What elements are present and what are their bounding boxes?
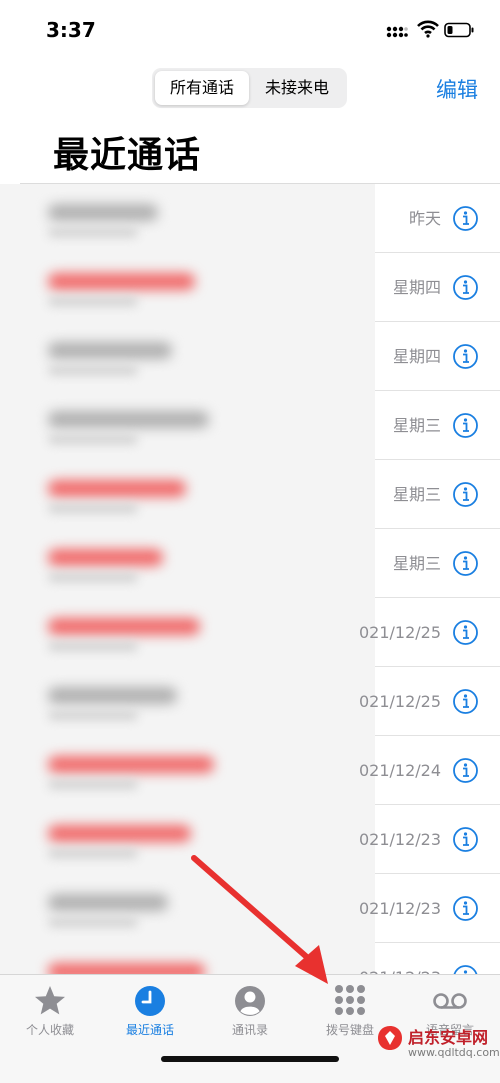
home-indicator bbox=[161, 1056, 339, 1062]
info-icon[interactable] bbox=[452, 550, 479, 577]
keypad-icon bbox=[335, 985, 365, 1015]
call-type-redacted bbox=[48, 573, 138, 582]
call-type-redacted bbox=[48, 504, 138, 513]
redacted-contact bbox=[0, 598, 375, 667]
contact-name-redacted bbox=[48, 480, 186, 497]
contact-name-redacted bbox=[48, 204, 158, 221]
info-icon[interactable] bbox=[452, 205, 479, 232]
segment-missed-calls[interactable]: 未接来电 bbox=[250, 71, 344, 105]
info-icon[interactable] bbox=[452, 619, 479, 646]
info-icon[interactable] bbox=[452, 481, 479, 508]
contact-name-redacted bbox=[48, 687, 177, 704]
info-icon[interactable] bbox=[452, 412, 479, 439]
tab-recents[interactable]: 最近通话 bbox=[100, 975, 200, 1045]
tab-label: 个人收藏 bbox=[25, 1023, 74, 1037]
call-row[interactable]: 021/12/23 bbox=[0, 943, 500, 974]
person-icon bbox=[235, 986, 265, 1016]
redacted-contact bbox=[0, 322, 375, 391]
call-row[interactable]: 021/12/25 bbox=[0, 598, 500, 667]
call-date: 021/12/25 bbox=[358, 692, 441, 711]
call-date: 021/12/24 bbox=[358, 761, 441, 780]
tab-label: 通讯录 bbox=[231, 1023, 268, 1037]
watermark-name: 启东安卓网 bbox=[408, 1028, 489, 1047]
contact-name-redacted bbox=[48, 894, 168, 911]
edit-button[interactable]: 编辑 bbox=[436, 74, 478, 104]
redacted-contact bbox=[0, 253, 375, 322]
segment-all-calls[interactable]: 所有通话 bbox=[155, 71, 249, 105]
call-type-redacted bbox=[48, 918, 138, 927]
redacted-contact bbox=[0, 736, 375, 805]
info-icon[interactable] bbox=[452, 964, 479, 974]
call-row[interactable]: 星期三 bbox=[0, 391, 500, 460]
call-date: 星期三 bbox=[392, 416, 441, 435]
contact-name-redacted bbox=[48, 342, 172, 359]
tab-label: 最近通话 bbox=[125, 1023, 174, 1037]
call-type-redacted bbox=[48, 849, 138, 858]
call-row[interactable]: 昨天 bbox=[0, 184, 500, 253]
call-date: 星期四 bbox=[392, 278, 441, 297]
redacted-contact bbox=[0, 184, 375, 253]
call-row[interactable]: 星期三 bbox=[0, 460, 500, 529]
info-icon[interactable] bbox=[452, 757, 479, 784]
info-icon[interactable] bbox=[452, 274, 479, 301]
voicemail-icon bbox=[433, 993, 467, 1009]
call-type-redacted bbox=[48, 297, 138, 306]
battery-icon bbox=[444, 22, 474, 38]
contact-name-redacted bbox=[48, 825, 191, 842]
call-date: 星期三 bbox=[392, 485, 441, 504]
redacted-contact bbox=[0, 460, 375, 529]
call-type-redacted bbox=[48, 228, 138, 237]
info-icon[interactable] bbox=[452, 343, 479, 370]
redacted-contact bbox=[0, 805, 375, 874]
call-date: 021/12/23 bbox=[359, 943, 441, 974]
call-type-redacted bbox=[48, 642, 138, 651]
call-type-redacted bbox=[48, 780, 138, 789]
star-icon bbox=[35, 986, 65, 1015]
call-row[interactable]: 021/12/23 bbox=[0, 874, 500, 943]
info-icon[interactable] bbox=[452, 826, 479, 853]
redacted-contact bbox=[0, 667, 375, 736]
call-date: 021/12/25 bbox=[358, 623, 441, 642]
contact-name-redacted bbox=[48, 411, 209, 428]
status-bar: 3:37 bbox=[0, 0, 500, 60]
info-icon[interactable] bbox=[452, 895, 479, 922]
contact-name-redacted bbox=[48, 549, 163, 566]
status-time: 3:37 bbox=[46, 18, 96, 42]
info-icon[interactable] bbox=[452, 688, 479, 715]
page-title: 最近通话 bbox=[53, 135, 202, 176]
contact-name-redacted bbox=[48, 273, 195, 290]
call-date: 021/12/23 bbox=[358, 830, 441, 849]
contact-name-redacted bbox=[48, 618, 200, 635]
watermark-logo-icon bbox=[378, 1026, 402, 1050]
call-type-redacted bbox=[48, 435, 138, 444]
call-row[interactable]: 021/12/23 bbox=[0, 805, 500, 874]
watermark: 启东安卓网 www.qdltdq.com bbox=[376, 1018, 500, 1078]
cellular-signal-icon bbox=[386, 26, 408, 38]
watermark-url: www.qdltdq.com bbox=[408, 1046, 500, 1059]
contact-name-redacted bbox=[48, 756, 214, 773]
call-date: 昨天 bbox=[408, 209, 441, 228]
redacted-contact bbox=[0, 391, 375, 460]
filter-segmented-control: 所有通话 未接来电 bbox=[152, 68, 347, 108]
contact-name-redacted bbox=[48, 963, 205, 974]
recent-calls-list: 昨天 星期四 星期四 星期三 星期三 星期三 021/12/25 021/12/25 021/1… bbox=[0, 184, 500, 974]
call-row[interactable]: 星期三 bbox=[0, 529, 500, 598]
tab-favorites[interactable]: 个人收藏 bbox=[0, 975, 100, 1045]
redacted-contact bbox=[0, 943, 375, 974]
redacted-contact bbox=[0, 529, 375, 598]
clock-icon bbox=[135, 986, 165, 1016]
tab-contacts[interactable]: 通讯录 bbox=[200, 975, 300, 1045]
call-row[interactable]: 021/12/25 bbox=[0, 667, 500, 736]
call-date: 星期三 bbox=[392, 554, 441, 573]
call-type-redacted bbox=[48, 366, 138, 375]
call-row[interactable]: 星期四 bbox=[0, 253, 500, 322]
call-row[interactable]: 021/12/24 bbox=[0, 736, 500, 805]
wifi-icon bbox=[417, 20, 439, 38]
call-date: 星期四 bbox=[392, 347, 441, 366]
call-row[interactable]: 星期四 bbox=[0, 322, 500, 391]
redacted-contact bbox=[0, 874, 375, 943]
call-type-redacted bbox=[48, 711, 138, 720]
call-date: 021/12/23 bbox=[358, 899, 441, 918]
